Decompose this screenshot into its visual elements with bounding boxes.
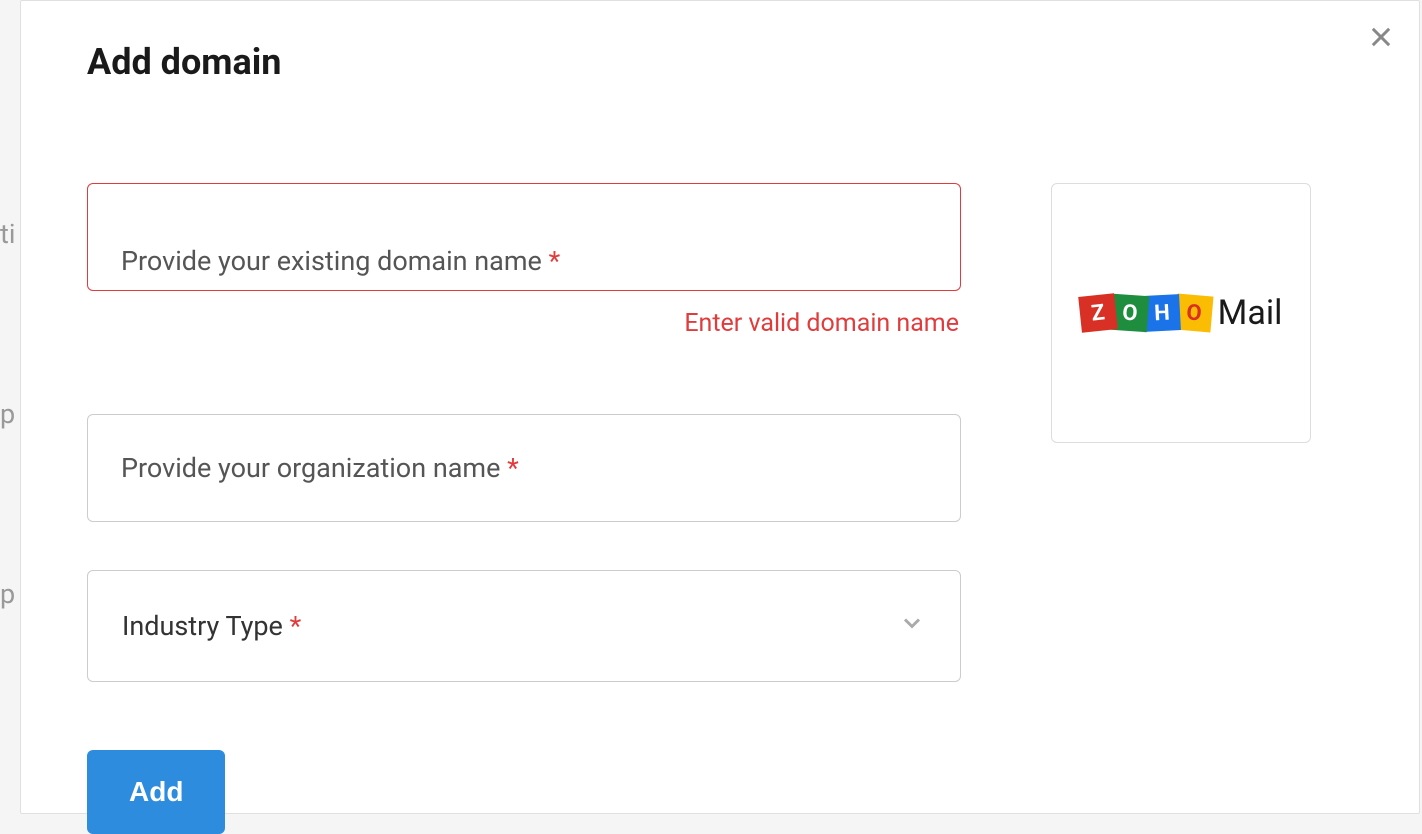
zoho-mail-logo-box: Z O H O Mail — [1051, 183, 1311, 443]
industry-select[interactable]: Industry Type * — [87, 570, 961, 682]
background-truncated-text: ti — [0, 218, 15, 250]
add-button[interactable]: Add — [87, 750, 225, 834]
modal-title: Add domain — [87, 41, 1353, 83]
domain-field-wrapper: Provide your existing domain name * Ente… — [87, 183, 961, 338]
domain-input[interactable] — [87, 183, 961, 291]
organization-input[interactable] — [87, 414, 961, 522]
background-truncated-text: p — [0, 578, 15, 610]
close-button[interactable] — [1363, 19, 1399, 58]
industry-select-label: Industry Type * — [122, 610, 301, 642]
logo-column: Z O H O Mail — [1051, 183, 1311, 834]
content-area: Provide your existing domain name * Ente… — [87, 183, 1353, 834]
zoho-block-z: Z — [1078, 293, 1118, 333]
add-domain-modal: Add domain Provide your existing domain … — [20, 0, 1420, 814]
required-marker: * — [290, 610, 302, 642]
domain-error-text: Enter valid domain name — [87, 309, 961, 338]
mail-text: Mail — [1218, 293, 1283, 333]
zoho-mail-logo: Z O H O Mail — [1080, 293, 1283, 333]
chevron-down-icon — [898, 609, 926, 644]
background-truncated-text: p — [0, 398, 15, 430]
close-icon — [1367, 39, 1395, 54]
organization-field-wrapper: Provide your organization name * — [87, 414, 961, 522]
zoho-letter-blocks: Z O H O — [1080, 295, 1212, 331]
form-column: Provide your existing domain name * Ente… — [87, 183, 961, 834]
industry-field-wrapper: Industry Type * — [87, 570, 961, 682]
